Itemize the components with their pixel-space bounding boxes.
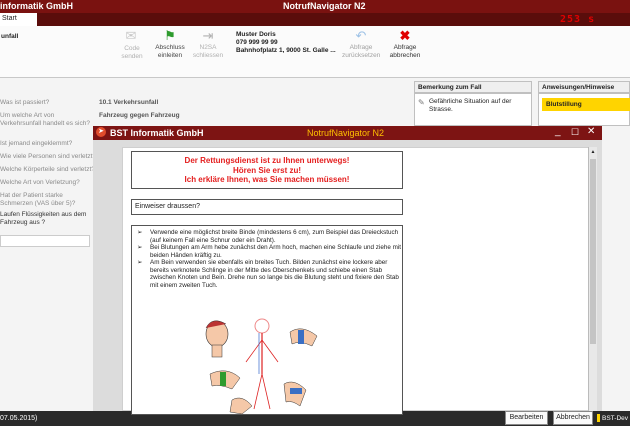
- ribbon: unfall ✉ Code senden ⚑ Abschluss einleit…: [0, 26, 630, 78]
- anweisungen-panel: Blutstillung: [538, 93, 630, 126]
- taskbar-label: BST-Dev: [602, 415, 629, 422]
- code-senden-button[interactable]: ✉: [117, 28, 145, 44]
- envelope-icon: ✉: [125, 28, 137, 43]
- modal-titlebar: ➤ BST Informatik GmbH NotrufNavigator N2…: [93, 126, 602, 140]
- caller-phone: 079 999 99 99: [236, 39, 278, 46]
- instruction-box: ➢ Verwende eine möglichst breite Binde (m…: [131, 225, 403, 415]
- bearbeiten-button[interactable]: Bearbeiten: [505, 411, 548, 425]
- status-left: 07.05.2015): [0, 415, 38, 422]
- abfrage-zuruecksetzen-button[interactable]: ↶ Abfrage zurücksetzen: [342, 28, 380, 59]
- tab-start[interactable]: Start: [0, 13, 37, 26]
- alert-line-1: Der Rettungsdienst ist zu Ihnen unterweg…: [184, 156, 350, 165]
- taskbar-item[interactable]: BST-Dev: [596, 411, 630, 426]
- question-8[interactable]: Laufen Flüssigkeiten aus dem Fahrzeug au…: [0, 211, 90, 227]
- modal-title: NotrufNavigator N2: [307, 128, 385, 138]
- instruction-item: ➢ Am Bein verwenden sie ebenfalls ein bre…: [137, 259, 399, 289]
- app-title-center: NotrufNavigator N2: [283, 1, 366, 11]
- abbrechen-button[interactable]: Abbrechen: [553, 411, 593, 425]
- bleeding-illustration: [205, 318, 318, 414]
- modal-app-name: BST Informatik GmbH: [110, 128, 204, 138]
- arrow-bullet-icon: ➢: [137, 229, 143, 236]
- caller-info: Muster Doris 079 999 99 99 Bahnhofplatz …: [236, 31, 336, 55]
- abfrage-abbrechen-label: Abfrage abbrechen: [389, 44, 421, 59]
- app-title: informatik GmbH: [0, 1, 74, 11]
- cancel-x-icon: ✖: [399, 28, 411, 43]
- caller-name: Muster Doris: [236, 31, 276, 38]
- note-icon: ✎: [418, 98, 425, 107]
- question-7[interactable]: Hat der Patient starke Schmerzen (VAS üb…: [0, 192, 95, 208]
- instruction-item: ➢ Verwende eine möglichst breite Binde (m…: [137, 229, 399, 244]
- bemerkung-text: Gefährliche Situation auf der Strasse.: [429, 98, 512, 113]
- abfrage-zuruecksetzen-label: Abfrage zurücksetzen: [342, 44, 381, 59]
- caller-address: Bahnhofplatz 1, 9000 St. Galle ...: [236, 47, 336, 54]
- answer-1: 10.1 Verkehrsunfall: [99, 99, 159, 106]
- undo-icon: ↶: [355, 28, 367, 43]
- question-2[interactable]: Um welche Art von Verkehrsunfall handelt…: [0, 112, 95, 128]
- alert-line-2: Hören Sie erst zu!: [232, 165, 301, 175]
- abschluss-button[interactable]: ⚑ Abschluss einleiten: [152, 28, 188, 59]
- bemerkung-header: Bemerkung zum Fall: [414, 81, 532, 93]
- instruction-item: ➢ Bei Blutungen am Arm hebe zunächst den …: [137, 244, 401, 259]
- n2sa-button[interactable]: ⇥ N2SA schliessen: [190, 28, 226, 59]
- taskbar-marker-icon: [597, 414, 600, 422]
- close-icon[interactable]: ✕: [587, 126, 595, 137]
- abfrage-abbrechen-button[interactable]: ✖ Abfrage abbrechen: [386, 28, 424, 59]
- code-senden-label: Code senden: [121, 45, 143, 60]
- finish-flag-icon: ⚑: [164, 28, 176, 43]
- call-timer: 253 s: [560, 14, 596, 25]
- anweisungen-header: Anweisungen/Hinweise: [538, 81, 630, 93]
- einweiser-box: Einweiser draussen?: [131, 199, 403, 215]
- minimize-icon[interactable]: _: [555, 126, 561, 137]
- app-titlebar: informatik GmbH NotrufNavigator N2: [0, 0, 630, 13]
- question-3[interactable]: Ist jemand eingeklemmt?: [0, 140, 72, 147]
- question-5[interactable]: Welche Körperteile sind verletzt?: [0, 166, 95, 173]
- ribbon-tabbar: [0, 13, 630, 26]
- scroll-thumb[interactable]: [590, 159, 596, 344]
- answer-input[interactable]: [0, 235, 90, 247]
- ribbon-group-label: unfall: [1, 33, 19, 40]
- arrow-bullet-icon: ➢: [137, 259, 143, 266]
- abschluss-label: Abschluss einleiten: [155, 44, 185, 59]
- exit-door-icon: ⇥: [202, 28, 214, 43]
- question-4[interactable]: Wie viele Personen sind verletzt?: [0, 153, 96, 160]
- modal-scrollbar[interactable]: ▲: [588, 147, 597, 411]
- answer-2: Fahrzeug gegen Fahrzeug: [99, 112, 180, 119]
- scroll-up-icon[interactable]: ▲: [589, 149, 597, 157]
- question-1[interactable]: Was ist passiert?: [0, 99, 49, 106]
- arrow-bullet-icon: ➢: [137, 244, 143, 251]
- maximize-icon[interactable]: ☐: [571, 127, 579, 138]
- app-logo-icon: ➤: [96, 127, 106, 137]
- question-6[interactable]: Welche Art von Verletzung?: [0, 179, 80, 186]
- alert-box: Der Rettungsdienst ist zu Ihnen unterweg…: [131, 151, 403, 189]
- alert-line-3: Ich erkläre Ihnen, was Sie machen müssen…: [184, 175, 350, 184]
- n2sa-label: N2SA schliessen: [192, 44, 224, 59]
- anweisung-blutstillung[interactable]: Blutstillung: [542, 98, 630, 111]
- bemerkung-panel[interactable]: ✎ Gefährliche Situation auf der Strasse.: [414, 93, 532, 126]
